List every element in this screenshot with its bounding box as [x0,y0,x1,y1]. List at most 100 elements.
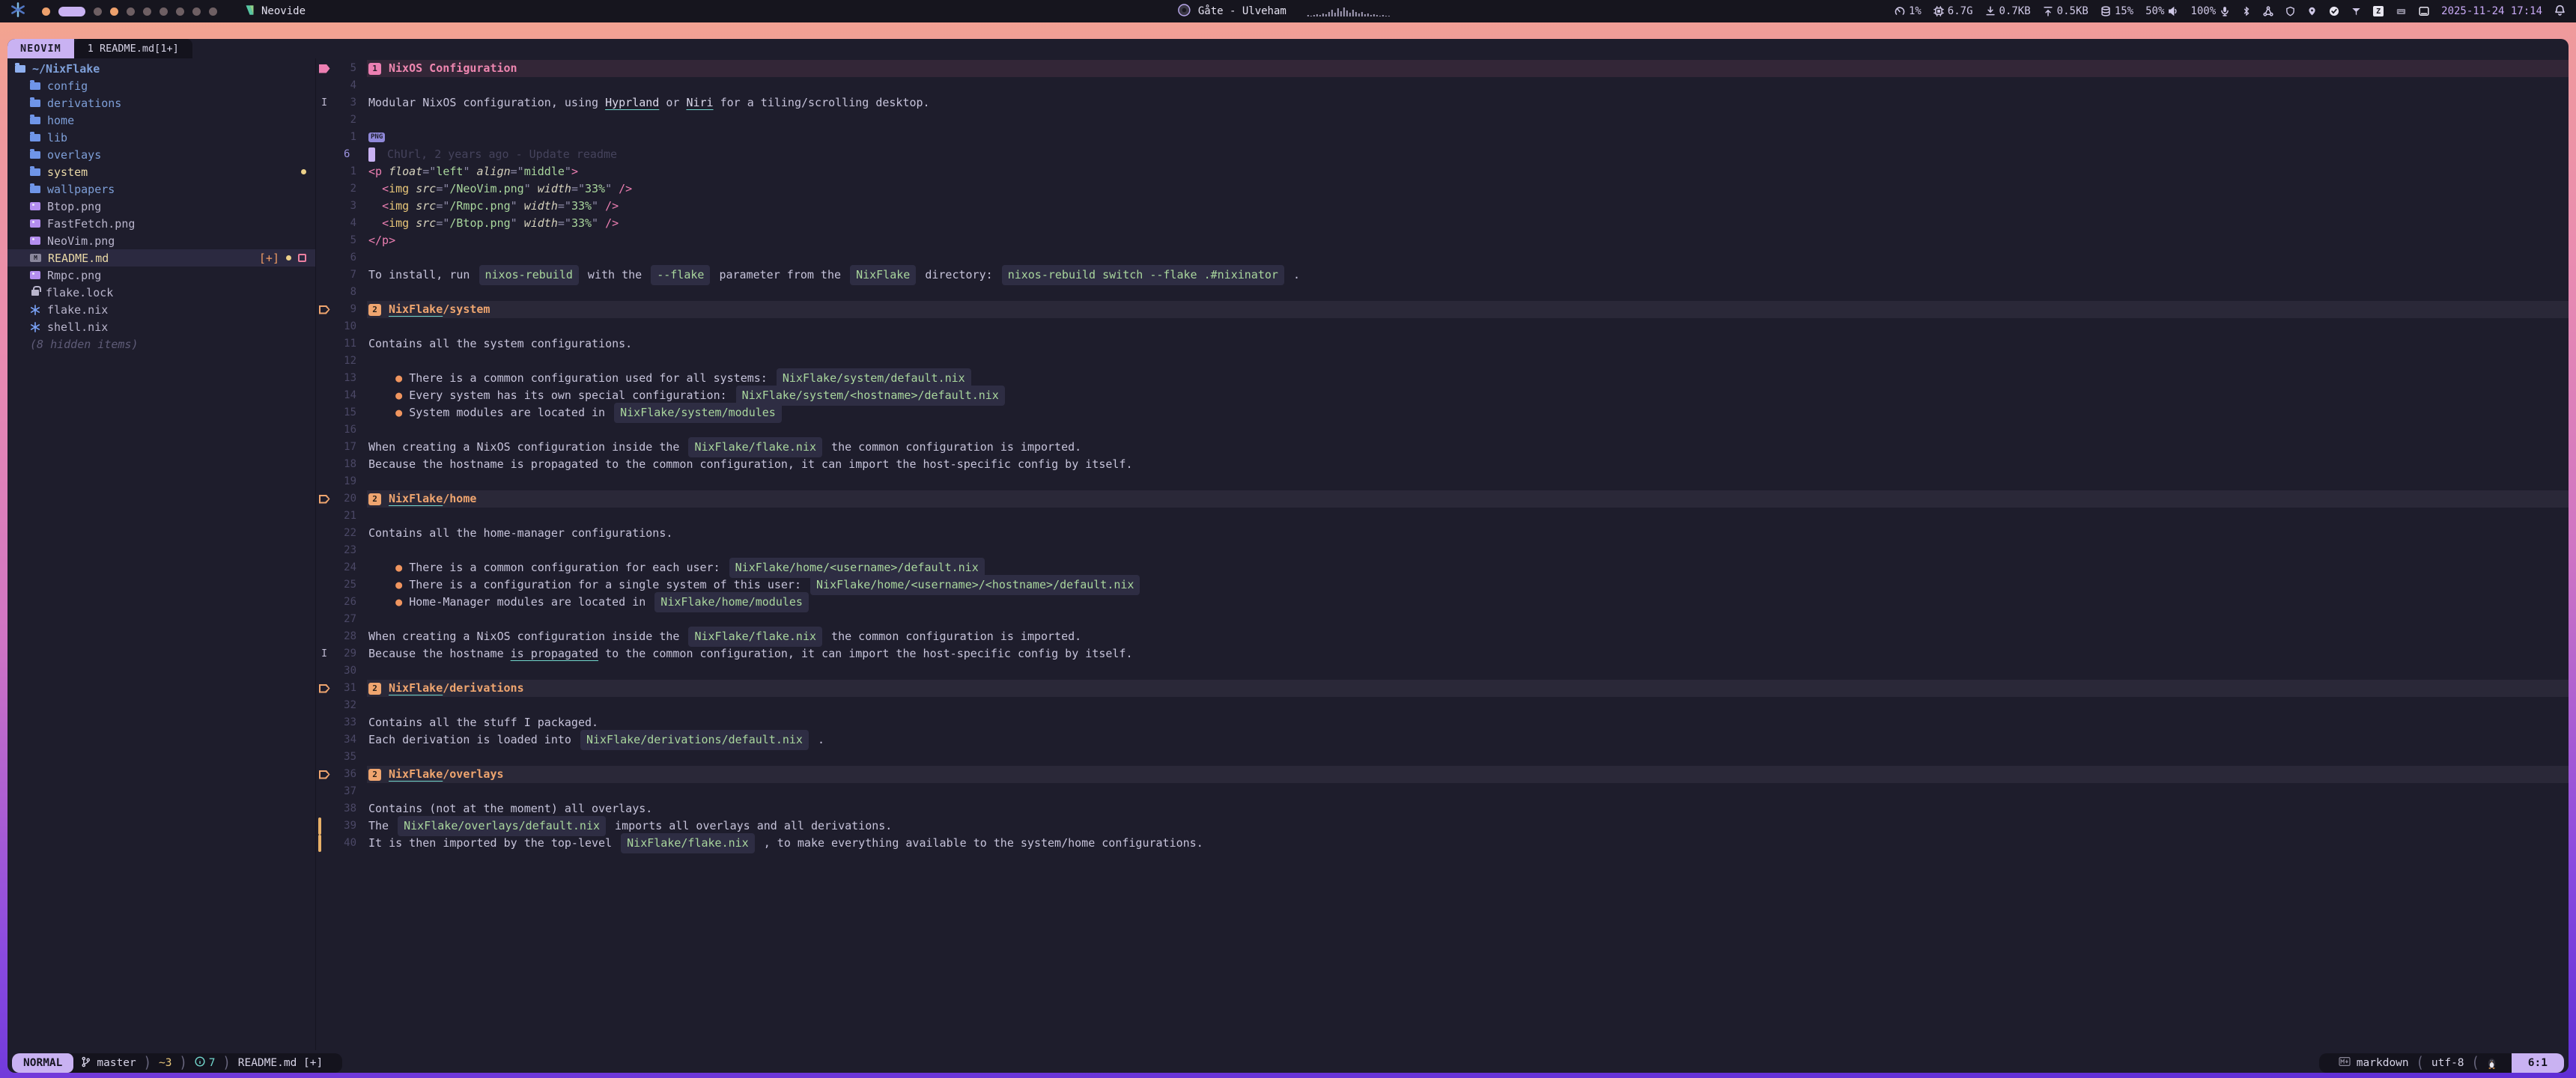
tree-item-derivations[interactable]: derivations [7,94,315,112]
tree-item-home[interactable]: home [7,112,315,129]
editor-line[interactable]: 51NixOS Configuration [316,60,2569,77]
editor-line[interactable]: 25 ● There is a configuration for a sing… [316,576,2569,594]
workspace-indicators[interactable] [42,7,217,16]
tree-item--nixflake[interactable]: ~/NixFlake [7,60,315,77]
editor-line[interactable]: 6 [316,249,2569,267]
buffer-tab[interactable]: 1 README.md[1+] [74,39,192,58]
tree-item-flake.nix[interactable]: flake.nix [7,301,315,318]
zen-icon[interactable]: Z [2373,6,2384,16]
tree-item-readme.md[interactable]: MREADME.md[+] [7,249,315,267]
editor-line[interactable]: 38Contains (not at the moment) all overl… [316,800,2569,817]
editor-line[interactable]: 312NixFlake/derivations [316,680,2569,697]
editor-line[interactable]: 26 ● Home-Manager modules are located in… [316,594,2569,611]
tree-item-neovim.png[interactable]: NeoVim.png [7,232,315,249]
editor-line[interactable]: 24 ● There is a common configuration for… [316,559,2569,576]
editor-line[interactable]: I29Because the hostname is propagated to… [316,645,2569,663]
tree-item-shell.nix[interactable]: shell.nix [7,318,315,335]
keyboard-icon[interactable] [2396,7,2407,16]
editor-line[interactable]: 34Each derivation is loaded into NixFlak… [316,731,2569,749]
line-number: 3 [332,198,367,215]
check-circle-icon[interactable] [2329,6,2339,16]
workspace-10[interactable] [209,7,217,16]
tree-item-overlays[interactable]: overlays [7,146,315,163]
workspace-9[interactable] [192,7,201,16]
editor-line[interactable]: 30 [316,663,2569,680]
download-icon[interactable]: 0.7KB [1985,5,2031,17]
gauge-icon[interactable]: 1% [1895,5,1922,17]
editor-line[interactable]: 1<p float="left" align="middle"> [316,163,2569,180]
terminal-icon[interactable] [2419,6,2429,16]
editor-line[interactable]: 18Because the hostname is propagated to … [316,456,2569,473]
tree-item-config[interactable]: config [7,77,315,94]
editor-line[interactable]: 16 [316,421,2569,439]
editor-line[interactable]: 37 [316,783,2569,800]
tree-item-rmpc.png[interactable]: Rmpc.png [7,267,315,284]
editor-line[interactable]: 23 [316,542,2569,559]
editor-line[interactable]: 33Contains all the stuff I packaged. [316,714,2569,731]
editor-line[interactable]: 7To install, run nixos-rebuild with the … [316,267,2569,284]
editor-line[interactable]: I3Modular NixOS configuration, using Hyp… [316,94,2569,112]
editor-line[interactable]: 8 [316,284,2569,301]
clock[interactable]: 2025-11-24 17:14 [2441,5,2542,17]
funnel-icon[interactable] [2351,7,2361,16]
media-player-widget[interactable]: Gåte - Ulveham [1178,0,1390,22]
tree-item-system[interactable]: system [7,163,315,180]
editor-line[interactable]: 2 <img src="/NeoVim.png" width="33%" /> [316,180,2569,198]
editor-line[interactable]: 15 ● System modules are located in NixFl… [316,404,2569,421]
cpu-icon[interactable]: 6.7G [1933,5,1973,17]
workspace-2[interactable] [58,7,85,16]
editor-line[interactable]: 4 <img src="/Btop.png" width="33%" /> [316,215,2569,232]
editor-line[interactable]: 32 [316,697,2569,714]
editor-line[interactable]: 3 <img src="/Rmpc.png" width="33%" /> [316,198,2569,215]
editor-line[interactable]: 1PNG [316,129,2569,146]
editor-line[interactable]: 19 [316,473,2569,490]
tree-item--8-hidden-items-[interactable]: (8 hidden items) [7,335,315,353]
shield-icon[interactable] [2285,6,2295,16]
location-icon[interactable] [2307,6,2317,16]
network-icon[interactable] [2263,6,2273,16]
workspace-1[interactable] [42,7,50,16]
editor-line[interactable]: 14 ● Every system has its own special co… [316,387,2569,404]
editor-line[interactable]: 12 [316,353,2569,370]
editor-line[interactable]: 5</p> [316,232,2569,249]
editor-line[interactable]: 21 [316,508,2569,525]
workspace-4[interactable] [110,7,118,16]
editor-line[interactable]: 92NixFlake/system [316,301,2569,318]
editor-line[interactable]: 28When creating a NixOS configuration in… [316,628,2569,645]
editor-line[interactable]: 22Contains all the home-manager configur… [316,525,2569,542]
editor-line[interactable]: 362NixFlake/overlays [316,766,2569,783]
cursor-line[interactable]: 6ChUrl, 2 years ago - Update readme [316,146,2569,163]
disk-icon[interactable]: 15% [2100,5,2133,17]
editor-line[interactable]: 10 [316,318,2569,335]
heading-level-icon: 2 [368,304,381,316]
editor-buffer[interactable]: 51NixOS Configuration4I3Modular NixOS co… [316,58,2569,1050]
editor-line[interactable]: 11Contains all the system configurations… [316,335,2569,353]
tree-item-lib[interactable]: lib [7,129,315,146]
editor-line[interactable]: 27 [316,611,2569,628]
bell-icon[interactable] [2554,4,2566,19]
nix-icon [30,322,40,332]
explorer-tab[interactable]: NEOVIM [7,39,74,58]
upload-icon[interactable]: 0.5KB [2043,5,2089,17]
editor-line[interactable]: 2 [316,112,2569,129]
editor-line[interactable]: 40It is then imported by the top-level N… [316,835,2569,852]
workspace-5[interactable] [127,7,135,16]
tree-item-btop.png[interactable]: Btop.png [7,198,315,215]
workspace-7[interactable] [160,7,168,16]
tree-item-flake.lock[interactable]: flake.lock [7,284,315,301]
modified-dot-icon [301,169,306,174]
editor-line[interactable]: 13 ● There is a common configuration use… [316,370,2569,387]
workspace-8[interactable] [176,7,184,16]
editor-line[interactable]: 202NixFlake/home [316,490,2569,508]
editor-line[interactable]: 35 [316,749,2569,766]
tree-item-wallpapers[interactable]: wallpapers [7,180,315,198]
editor-line[interactable]: 4 [316,77,2569,94]
workspace-3[interactable] [94,7,102,16]
tree-item-fastfetch.png[interactable]: FastFetch.png [7,215,315,232]
editor-line[interactable]: 17When creating a NixOS configuration in… [316,439,2569,456]
workspace-6[interactable] [143,7,151,16]
volume-icon[interactable]: 50% [2145,5,2178,17]
bluetooth-icon[interactable] [2242,6,2251,16]
editor-line[interactable]: 39The NixFlake/overlays/default.nix impo… [316,817,2569,835]
mic-icon[interactable]: 100% [2190,5,2230,17]
